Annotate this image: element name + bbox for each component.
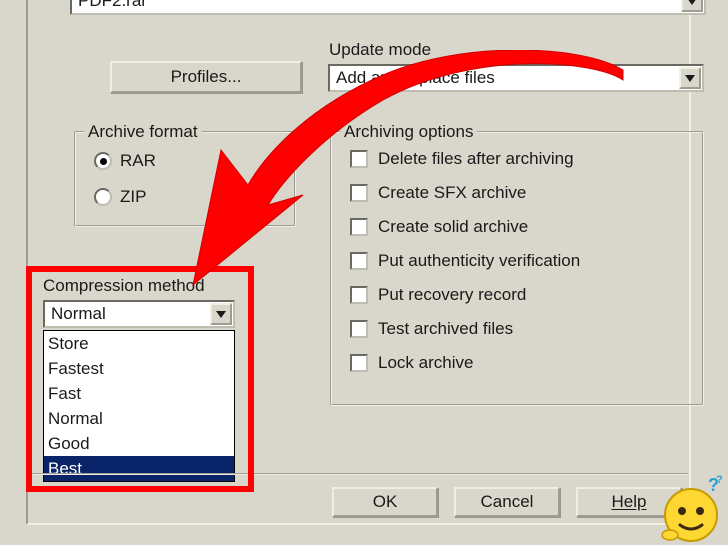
- cancel-button[interactable]: Cancel: [454, 487, 560, 517]
- update-mode-value: Add and replace files: [336, 68, 495, 88]
- divider: [28, 473, 688, 475]
- check-label: Test archived files: [378, 319, 513, 339]
- chevron-down-icon: [685, 75, 695, 82]
- check-label: Create solid archive: [378, 217, 528, 237]
- check-label: Create SFX archive: [378, 183, 526, 203]
- compression-method-group: Compression method Normal: [43, 276, 249, 328]
- archiving-options-fieldset: Archiving options Delete files after arc…: [330, 131, 704, 406]
- archiving-options-legend: Archiving options: [340, 122, 477, 142]
- dialog-buttons: OK Cancel Help: [332, 487, 682, 517]
- check-solid[interactable]: Create solid archive: [350, 217, 528, 237]
- compression-option-fastest[interactable]: Fastest: [44, 356, 234, 381]
- radio-zip-row[interactable]: ZIP: [94, 187, 146, 207]
- compression-option-normal[interactable]: Normal: [44, 406, 234, 431]
- check-authenticity[interactable]: Put authenticity verification: [350, 251, 580, 271]
- archive-name-input[interactable]: PDF2.rar: [70, 0, 706, 15]
- radio-rar-label: RAR: [120, 151, 156, 171]
- chevron-down-icon: [216, 311, 226, 318]
- compression-method-label: Compression method: [43, 276, 249, 296]
- update-mode-label: Update mode: [329, 40, 431, 60]
- check-label: Lock archive: [378, 353, 473, 373]
- radio-rar-row[interactable]: RAR: [94, 151, 156, 171]
- checkbox[interactable]: [350, 150, 368, 168]
- check-test[interactable]: Test archived files: [350, 319, 513, 339]
- update-mode-select[interactable]: Add and replace files: [328, 64, 704, 92]
- checkbox[interactable]: [350, 218, 368, 236]
- checkbox[interactable]: [350, 354, 368, 372]
- compression-option-best[interactable]: Best: [44, 456, 234, 481]
- ok-button[interactable]: OK: [332, 487, 438, 517]
- compression-method-value: Normal: [51, 304, 106, 324]
- archive-format-fieldset: Archive format RAR ZIP: [74, 131, 296, 227]
- update-mode-dropdown-button[interactable]: [679, 67, 701, 89]
- compression-dropdown-button[interactable]: [210, 303, 232, 325]
- compression-method-select[interactable]: Normal: [43, 300, 235, 328]
- checkbox[interactable]: [350, 286, 368, 304]
- profiles-button[interactable]: Profiles...: [110, 61, 302, 93]
- compression-option-store[interactable]: Store: [44, 331, 234, 356]
- svg-text:?: ?: [716, 475, 723, 486]
- check-delete-after[interactable]: Delete files after archiving: [350, 149, 574, 169]
- radio-zip[interactable]: [94, 188, 112, 206]
- compression-option-fast[interactable]: Fast: [44, 381, 234, 406]
- archive-name-value: PDF2.rar: [78, 0, 147, 11]
- compression-option-good[interactable]: Good: [44, 431, 234, 456]
- check-lock[interactable]: Lock archive: [350, 353, 473, 373]
- checkbox[interactable]: [350, 252, 368, 270]
- radio-rar[interactable]: [94, 152, 112, 170]
- help-button[interactable]: Help: [576, 487, 682, 517]
- check-sfx[interactable]: Create SFX archive: [350, 183, 526, 203]
- check-recovery[interactable]: Put recovery record: [350, 285, 526, 305]
- checkbox[interactable]: [350, 184, 368, 202]
- svg-text:?: ?: [708, 475, 719, 495]
- help-button-label: Help: [612, 492, 647, 512]
- check-label: Put recovery record: [378, 285, 526, 305]
- archive-format-legend: Archive format: [84, 122, 202, 142]
- check-label: Delete files after archiving: [378, 149, 574, 169]
- radio-zip-label: ZIP: [120, 187, 146, 207]
- check-label: Put authenticity verification: [378, 251, 580, 271]
- chevron-down-icon: [687, 0, 697, 5]
- compression-dropdown-list[interactable]: Store Fastest Fast Normal Good Best: [43, 330, 235, 482]
- checkbox[interactable]: [350, 320, 368, 338]
- archive-name-dropdown-button[interactable]: [681, 0, 703, 12]
